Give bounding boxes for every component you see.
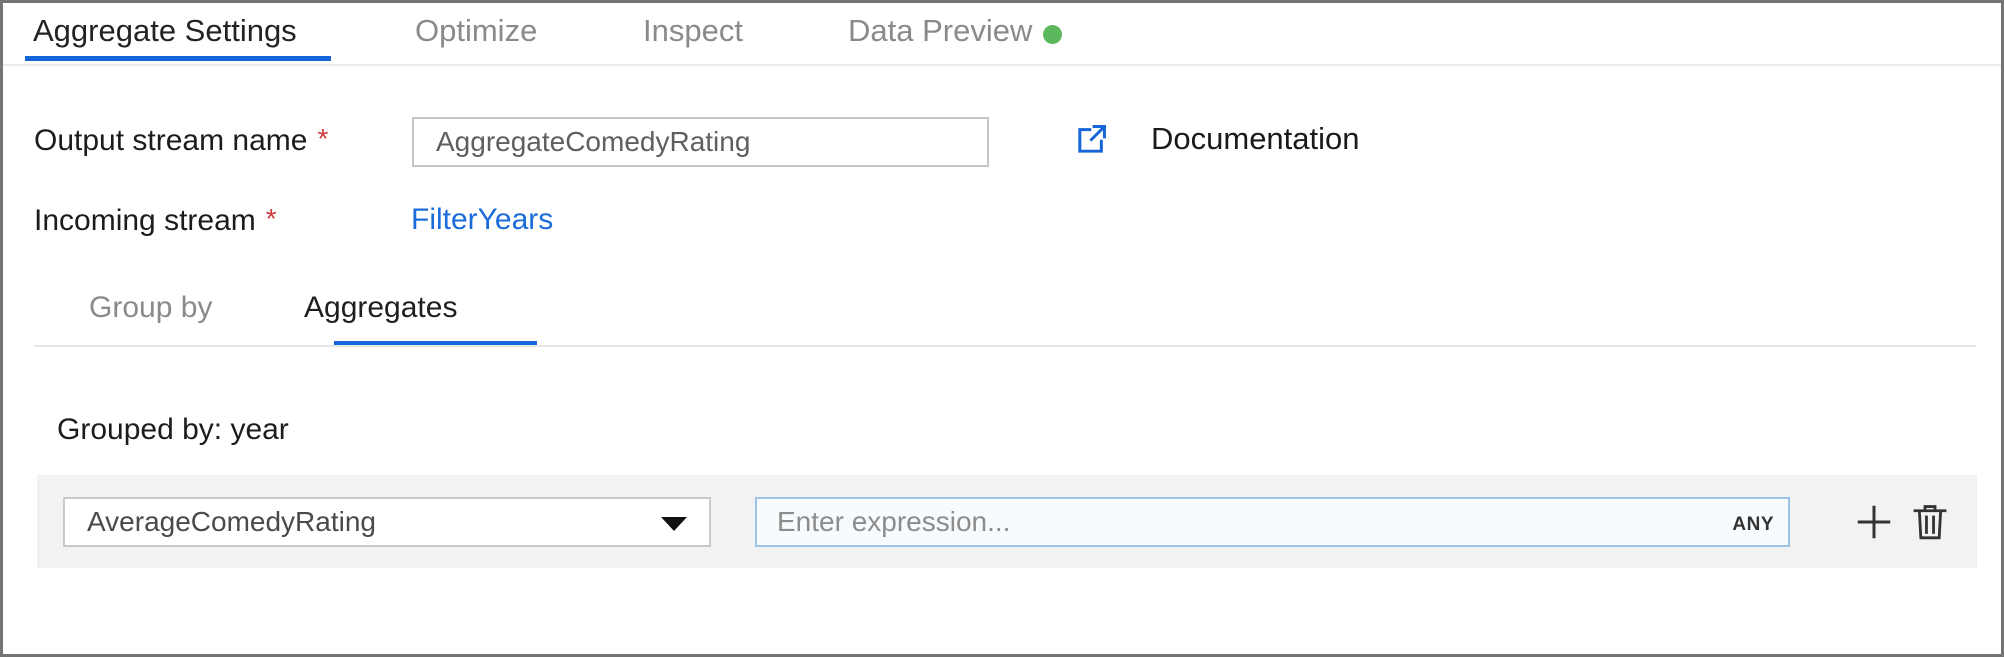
aggregate-inner-tab-bar: Group by Aggregates [34, 291, 1974, 347]
inner-tab-group-by[interactable]: Group by [89, 291, 212, 325]
external-link-icon [1075, 122, 1109, 156]
aggregate-row: AverageComedyRating Enter expression... … [37, 475, 1977, 568]
incoming-stream-required-marker: * [266, 203, 277, 234]
top-tab-bar: Aggregate Settings Optimize Inspect Data… [3, 3, 2001, 65]
trash-icon [1905, 497, 1955, 547]
inner-tab-aggregates[interactable]: Aggregates [304, 291, 457, 325]
data-preview-status-dot [1043, 25, 1062, 44]
tab-inspect[interactable]: Inspect [643, 11, 743, 59]
plus-icon [1849, 497, 1899, 547]
aggregate-column-select-value: AverageComedyRating [87, 499, 376, 545]
chevron-down-icon [661, 517, 687, 531]
expression-type-badge: ANY [1732, 499, 1774, 551]
documentation-link-label: Documentation [1151, 121, 1360, 157]
tab-aggregate-settings[interactable]: Aggregate Settings [33, 11, 297, 59]
aggregate-settings-panel: Aggregate Settings Optimize Inspect Data… [0, 0, 2004, 657]
grouped-by-caption: Grouped by: year [57, 413, 289, 447]
incoming-stream-label: Incoming stream * [34, 203, 277, 238]
add-aggregate-button[interactable] [1849, 497, 1899, 547]
inner-tab-bar-divider [34, 345, 1976, 347]
active-tab-indicator [25, 56, 331, 61]
documentation-link[interactable]: Documentation [1075, 121, 1360, 157]
aggregate-column-select[interactable]: AverageComedyRating [63, 497, 711, 547]
output-stream-name-label: Output stream name * [34, 123, 328, 158]
aggregate-expression-placeholder: Enter expression... [777, 499, 1010, 545]
output-stream-name-input[interactable]: AggregateComedyRating [412, 117, 989, 167]
tab-optimize[interactable]: Optimize [415, 11, 537, 59]
output-stream-required-marker: * [317, 123, 328, 154]
tab-bar-divider [3, 64, 2001, 66]
incoming-stream-value-link[interactable]: FilterYears [411, 203, 553, 237]
incoming-stream-label-text: Incoming stream [34, 204, 256, 237]
output-stream-name-label-text: Output stream name [34, 124, 307, 157]
delete-aggregate-button[interactable] [1905, 497, 1955, 547]
aggregate-expression-input[interactable]: Enter expression... ANY [755, 497, 1790, 547]
tab-data-preview[interactable]: Data Preview [848, 11, 1032, 59]
